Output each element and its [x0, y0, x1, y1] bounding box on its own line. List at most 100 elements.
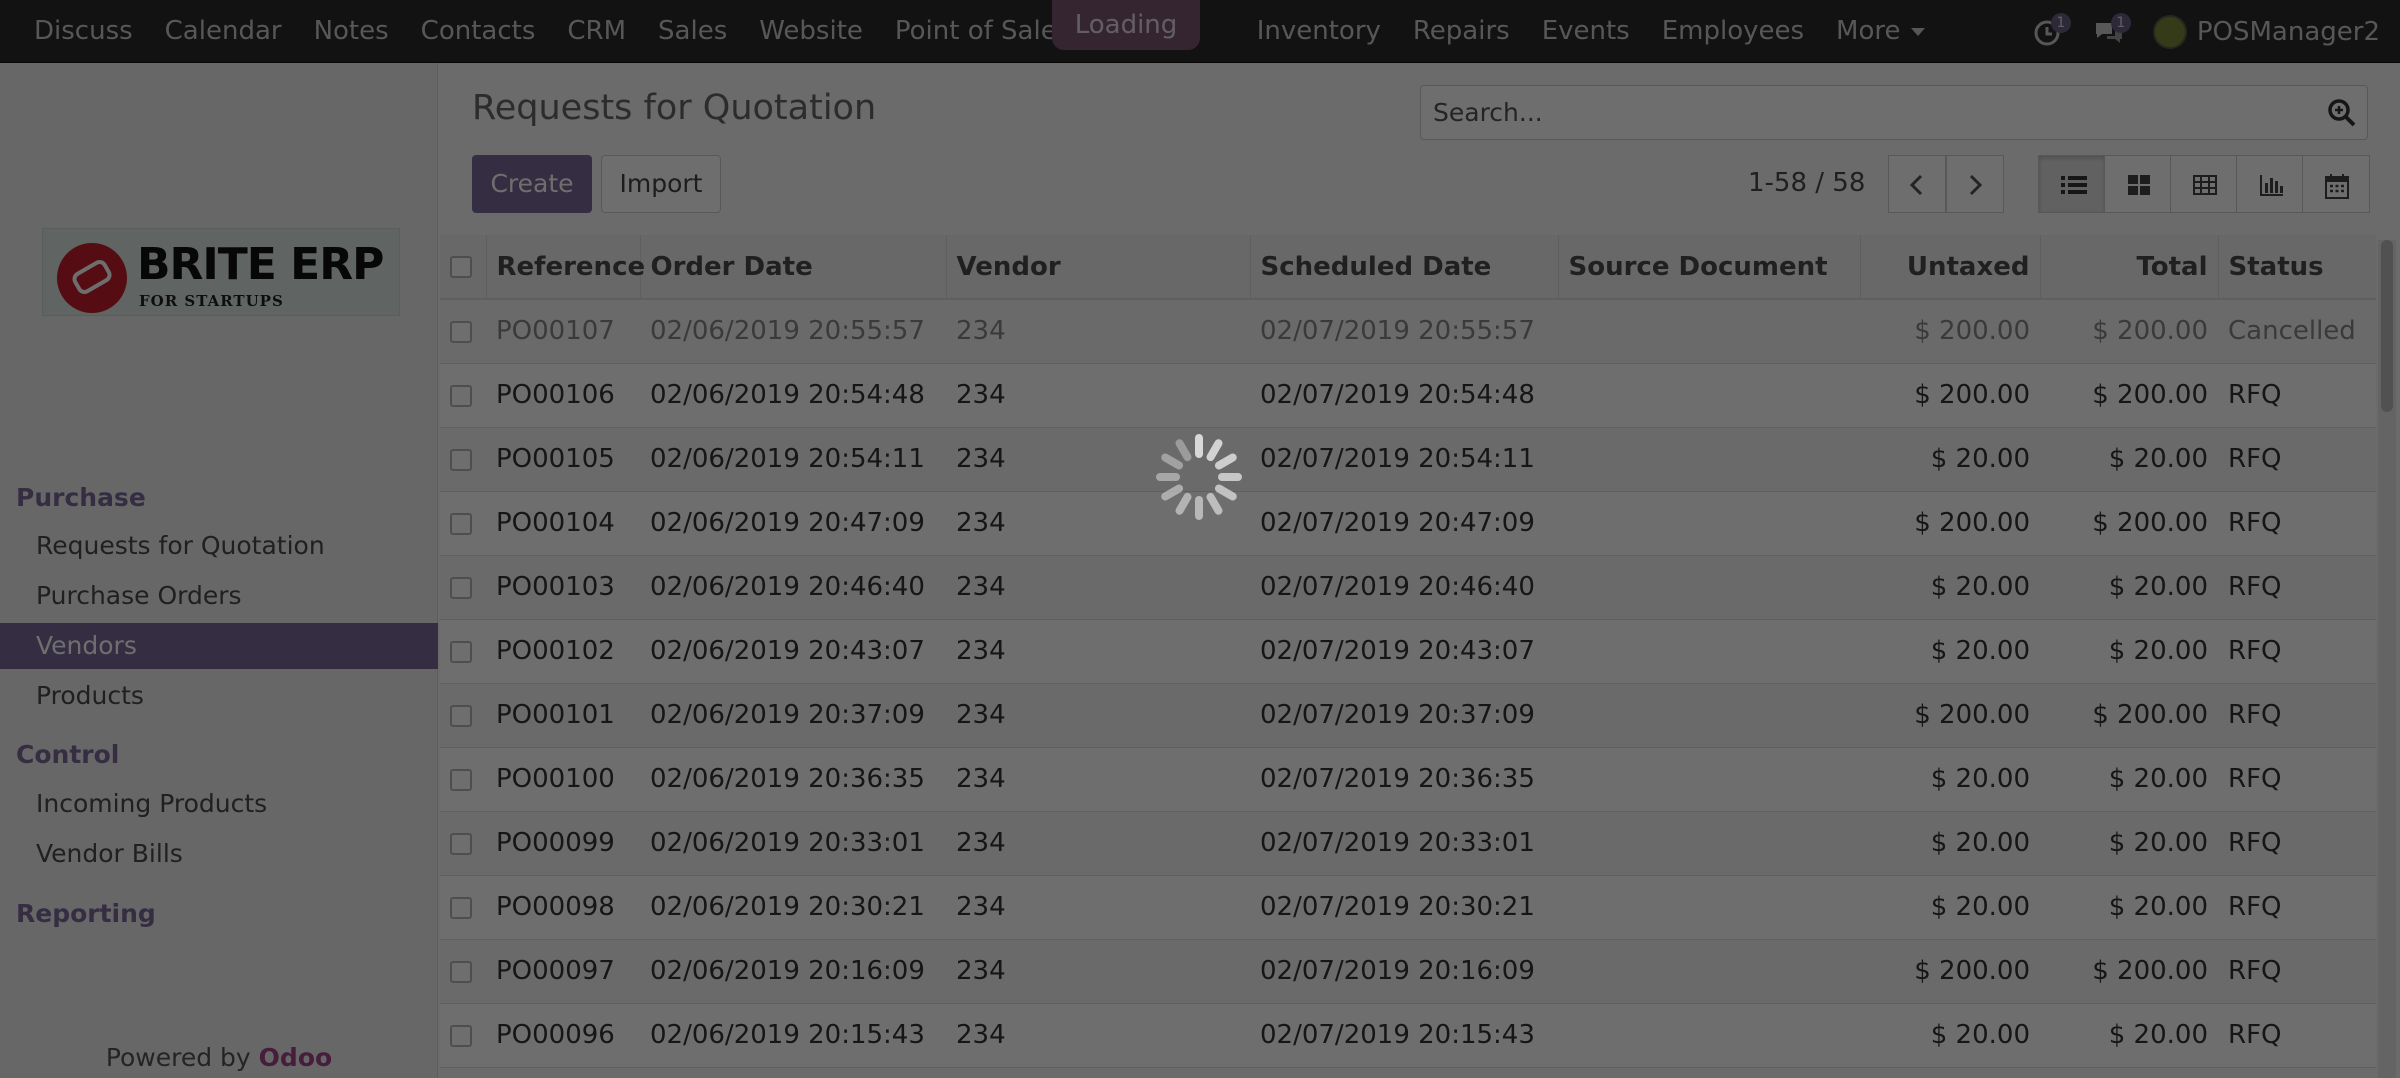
- table-row[interactable]: PO00103 02/06/2019 20:46:40 234 02/07/20…: [440, 555, 2376, 619]
- cell-total: $ 20.00: [2108, 444, 2208, 474]
- row-checkbox[interactable]: [450, 384, 472, 407]
- cell-status: RFQ: [2228, 956, 2282, 986]
- row-checkbox[interactable]: [450, 896, 472, 919]
- cell-total: $ 200.00: [2092, 956, 2208, 986]
- column-scheduled-date[interactable]: Scheduled Date: [1249, 235, 1558, 300]
- cell-source-document: [1558, 491, 1860, 555]
- app-contacts[interactable]: Contacts: [405, 0, 552, 63]
- cell-untaxed: $ 200.00: [1914, 380, 2030, 410]
- kanban-view-button[interactable]: [2104, 155, 2172, 213]
- row-checkbox[interactable]: [450, 704, 472, 727]
- sidebar-item-products[interactable]: Products: [0, 673, 438, 719]
- pager-value[interactable]: 1-58 / 58: [1748, 168, 1865, 198]
- search-icon[interactable]: [2327, 98, 2357, 132]
- row-checkbox[interactable]: [450, 640, 472, 663]
- row-select-cell: [440, 811, 486, 875]
- column-reference[interactable]: Reference: [485, 235, 645, 300]
- column-vendor[interactable]: Vendor: [945, 235, 1250, 300]
- app-website[interactable]: Website: [743, 0, 879, 63]
- graph-view-button[interactable]: [2236, 155, 2304, 213]
- more-menu[interactable]: More: [1820, 0, 1940, 63]
- column-total[interactable]: Total: [2039, 235, 2218, 300]
- cell-status: RFQ: [2228, 444, 2282, 474]
- row-checkbox[interactable]: [450, 960, 472, 983]
- app-notes[interactable]: Notes: [298, 0, 405, 63]
- table-row[interactable]: PO00107 02/06/2019 20:55:57 234 02/07/20…: [440, 299, 2376, 363]
- list-scrollbar[interactable]: [2378, 240, 2396, 1078]
- row-checkbox[interactable]: [450, 320, 472, 343]
- sidebar-item-vendor-bills[interactable]: Vendor Bills: [0, 831, 438, 877]
- cell-scheduled-date: 02/07/2019 20:54:48: [1260, 380, 1535, 410]
- user-menu[interactable]: POSManager2: [2152, 14, 2380, 49]
- cell-status: RFQ: [2228, 636, 2282, 666]
- table-row[interactable]: PO00105 02/06/2019 20:54:11 234 02/07/20…: [440, 427, 2376, 491]
- column-source-document[interactable]: Source Document: [1557, 235, 1860, 300]
- cell-untaxed: $ 20.00: [1930, 636, 2030, 666]
- app-discuss[interactable]: Discuss: [18, 0, 149, 63]
- pivot-view-button[interactable]: [2170, 155, 2238, 213]
- calendar-view-button[interactable]: [2302, 155, 2370, 213]
- cell-untaxed: $ 20.00: [1930, 444, 2030, 474]
- column-order-date[interactable]: Order Date: [639, 235, 946, 300]
- sidebar-item-vendors[interactable]: Vendors: [0, 623, 438, 669]
- powered-prefix: Powered by: [105, 1043, 251, 1072]
- table-row[interactable]: PO00097 02/06/2019 20:16:09 234 02/07/20…: [440, 939, 2376, 1003]
- import-button[interactable]: Import: [601, 155, 721, 213]
- create-button[interactable]: Create: [472, 155, 592, 213]
- column-status[interactable]: Status: [2217, 235, 2376, 300]
- search-input[interactable]: [1433, 86, 2293, 139]
- table-row[interactable]: PO00104 02/06/2019 20:47:09 234 02/07/20…: [440, 491, 2376, 555]
- pager-previous-button[interactable]: [1888, 155, 1946, 213]
- select-all-checkbox[interactable]: [450, 256, 472, 278]
- table-row[interactable]: PO00102 02/06/2019 20:43:07 234 02/07/20…: [440, 619, 2376, 683]
- app-events[interactable]: Events: [1526, 0, 1646, 63]
- cell-total: $ 200.00: [2092, 508, 2208, 538]
- row-checkbox[interactable]: [450, 768, 472, 791]
- cell-order-date: 02/06/2019 20:33:01: [650, 828, 925, 858]
- cell-status: RFQ: [2228, 508, 2282, 538]
- list-view-button[interactable]: [2038, 155, 2106, 213]
- table-row[interactable]: PO00099 02/06/2019 20:33:01 234 02/07/20…: [440, 811, 2376, 875]
- app-calendar[interactable]: Calendar: [149, 0, 298, 63]
- table-row[interactable]: PO00106 02/06/2019 20:54:48 234 02/07/20…: [440, 363, 2376, 427]
- table-row[interactable]: PO00100 02/06/2019 20:36:35 234 02/07/20…: [440, 747, 2376, 811]
- odoo-link[interactable]: Odoo: [259, 1043, 333, 1072]
- row-select-cell: [440, 875, 486, 939]
- cell-order-date: 02/06/2019 20:16:09: [650, 956, 925, 986]
- sidebar-item-purchase-orders[interactable]: Purchase Orders: [0, 573, 438, 619]
- app-inventory[interactable]: Inventory: [1241, 0, 1397, 63]
- section-reporting[interactable]: Reporting: [16, 899, 156, 928]
- row-select-cell: [440, 683, 486, 747]
- cell-scheduled-date: 02/07/2019 20:47:09: [1260, 508, 1535, 538]
- sidebar-item-requests-for-quotation[interactable]: Requests for Quotation: [0, 523, 438, 569]
- app-point-of-sale[interactable]: Point of Sale: [879, 0, 1073, 63]
- chevron-right-icon: [1969, 174, 1983, 196]
- messages-button[interactable]: 1: [2093, 12, 2131, 47]
- app-crm[interactable]: CRM: [551, 0, 642, 63]
- table-row[interactable]: PO00098 02/06/2019 20:30:21 234 02/07/20…: [440, 875, 2376, 939]
- table-row[interactable]: PO00101 02/06/2019 20:37:09 234 02/07/20…: [440, 683, 2376, 747]
- activity-button[interactable]: 1: [2033, 12, 2071, 47]
- table-body: PO00107 02/06/2019 20:55:57 234 02/07/20…: [440, 299, 2376, 1067]
- table-row[interactable]: PO00096 02/06/2019 20:15:43 234 02/07/20…: [440, 1003, 2376, 1067]
- cell-scheduled-date: 02/07/2019 20:33:01: [1260, 828, 1535, 858]
- row-checkbox[interactable]: [450, 576, 472, 599]
- cell-untaxed: $ 20.00: [1930, 764, 2030, 794]
- systray: 1 1 POSManager2: [2033, 0, 2380, 63]
- cell-total: $ 20.00: [2108, 764, 2208, 794]
- app-repairs[interactable]: Repairs: [1397, 0, 1526, 63]
- column-untaxed[interactable]: Untaxed: [1859, 235, 2040, 300]
- row-checkbox[interactable]: [450, 1024, 472, 1047]
- row-select-cell: [440, 939, 486, 1003]
- app-sales[interactable]: Sales: [642, 0, 743, 63]
- cell-source-document: [1558, 299, 1860, 363]
- cell-status: RFQ: [2228, 572, 2282, 602]
- row-checkbox[interactable]: [450, 512, 472, 535]
- sidebar-item-incoming-products[interactable]: Incoming Products: [0, 781, 438, 827]
- row-checkbox[interactable]: [450, 448, 472, 471]
- row-checkbox[interactable]: [450, 832, 472, 855]
- app-employees[interactable]: Employees: [1646, 0, 1820, 63]
- pager-next-button[interactable]: [1946, 155, 2004, 213]
- powered-by: Powered by Odoo: [0, 1043, 438, 1072]
- scrollbar-thumb[interactable]: [2381, 240, 2393, 412]
